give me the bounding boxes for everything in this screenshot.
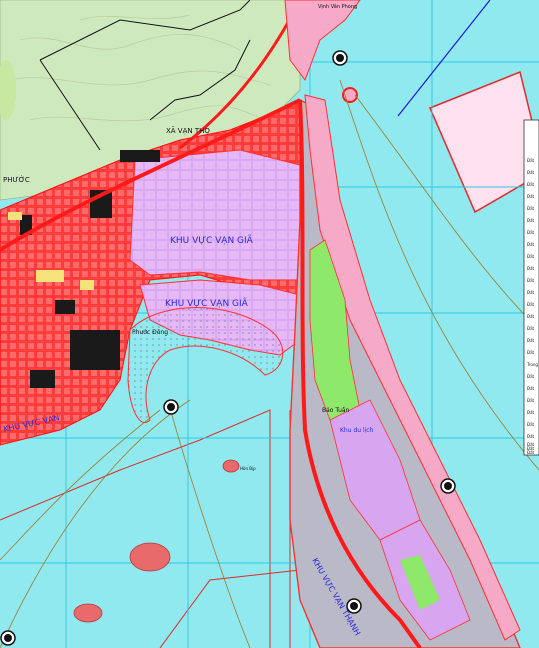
east-beacon-marker[interactable]: [440, 478, 456, 494]
legend-row: Đất: [527, 410, 535, 415]
legend-row: Đất: [527, 266, 535, 271]
legend-row: Đất: [527, 314, 535, 319]
legend-row: Đất: [527, 230, 535, 235]
harbor-beacon-marker[interactable]: [163, 399, 179, 415]
peninsula-mid-label: Bảo Tuấn: [322, 407, 350, 414]
legend-row: Đất: [527, 194, 535, 199]
zone-upper-label: KHU VỰC VẠN GIÃ: [170, 235, 254, 246]
legend-row: Đất: [527, 290, 535, 295]
legend-row: Đất: [527, 218, 535, 223]
legend-row: Đất: [527, 182, 535, 187]
southwest-beacon-marker[interactable]: [0, 630, 16, 646]
island-label: Hòn Bịp: [240, 466, 256, 471]
legend-row: Đất: [527, 398, 535, 403]
legend-row: Đất: [527, 338, 535, 343]
island-2[interactable]: [129, 542, 171, 572]
district-label: PHƯỚC: [3, 175, 30, 184]
legend-row: Đất: [527, 302, 535, 307]
legend-row: Đất: [527, 158, 535, 163]
legend-row: Đất: [527, 374, 535, 379]
legend-row: Đất: [527, 386, 535, 391]
legend-row: Đất: [527, 450, 535, 455]
top-place-label: Vịnh Vân Phong: [318, 3, 357, 10]
legend-row: Đất: [527, 434, 535, 439]
island-3[interactable]: [73, 603, 103, 623]
peninsula-note-label: Khu du lịch: [340, 427, 374, 434]
legend-row: Đất: [527, 350, 535, 355]
legend-row: Đất: [527, 422, 535, 427]
legend-panel: Đất Đất Đất Đất Đất Đất Đất Đất Đất Đất …: [523, 119, 539, 456]
commune-label: XÃ VẠN THỌ: [166, 126, 210, 135]
legend-row: Đất: [527, 206, 535, 211]
legend-row: Trong: [526, 362, 538, 367]
zone-middle-label: KHU VỰC VẠN GIÃ: [165, 298, 249, 309]
harbor-label: Phước Đông: [132, 329, 168, 336]
legend-row: Đất: [527, 242, 535, 247]
legend-row: Đất: [527, 170, 535, 175]
island-1[interactable]: [222, 459, 240, 473]
legend-row: Đất: [527, 326, 535, 331]
legend-row: Đất: [527, 278, 535, 283]
north-beacon-marker[interactable]: [332, 50, 348, 66]
land-use-map[interactable]: Đất Đất Đất Đất Đất Đất Đất Đất Đất Đất …: [0, 0, 539, 648]
legend-row: Đất: [527, 254, 535, 259]
